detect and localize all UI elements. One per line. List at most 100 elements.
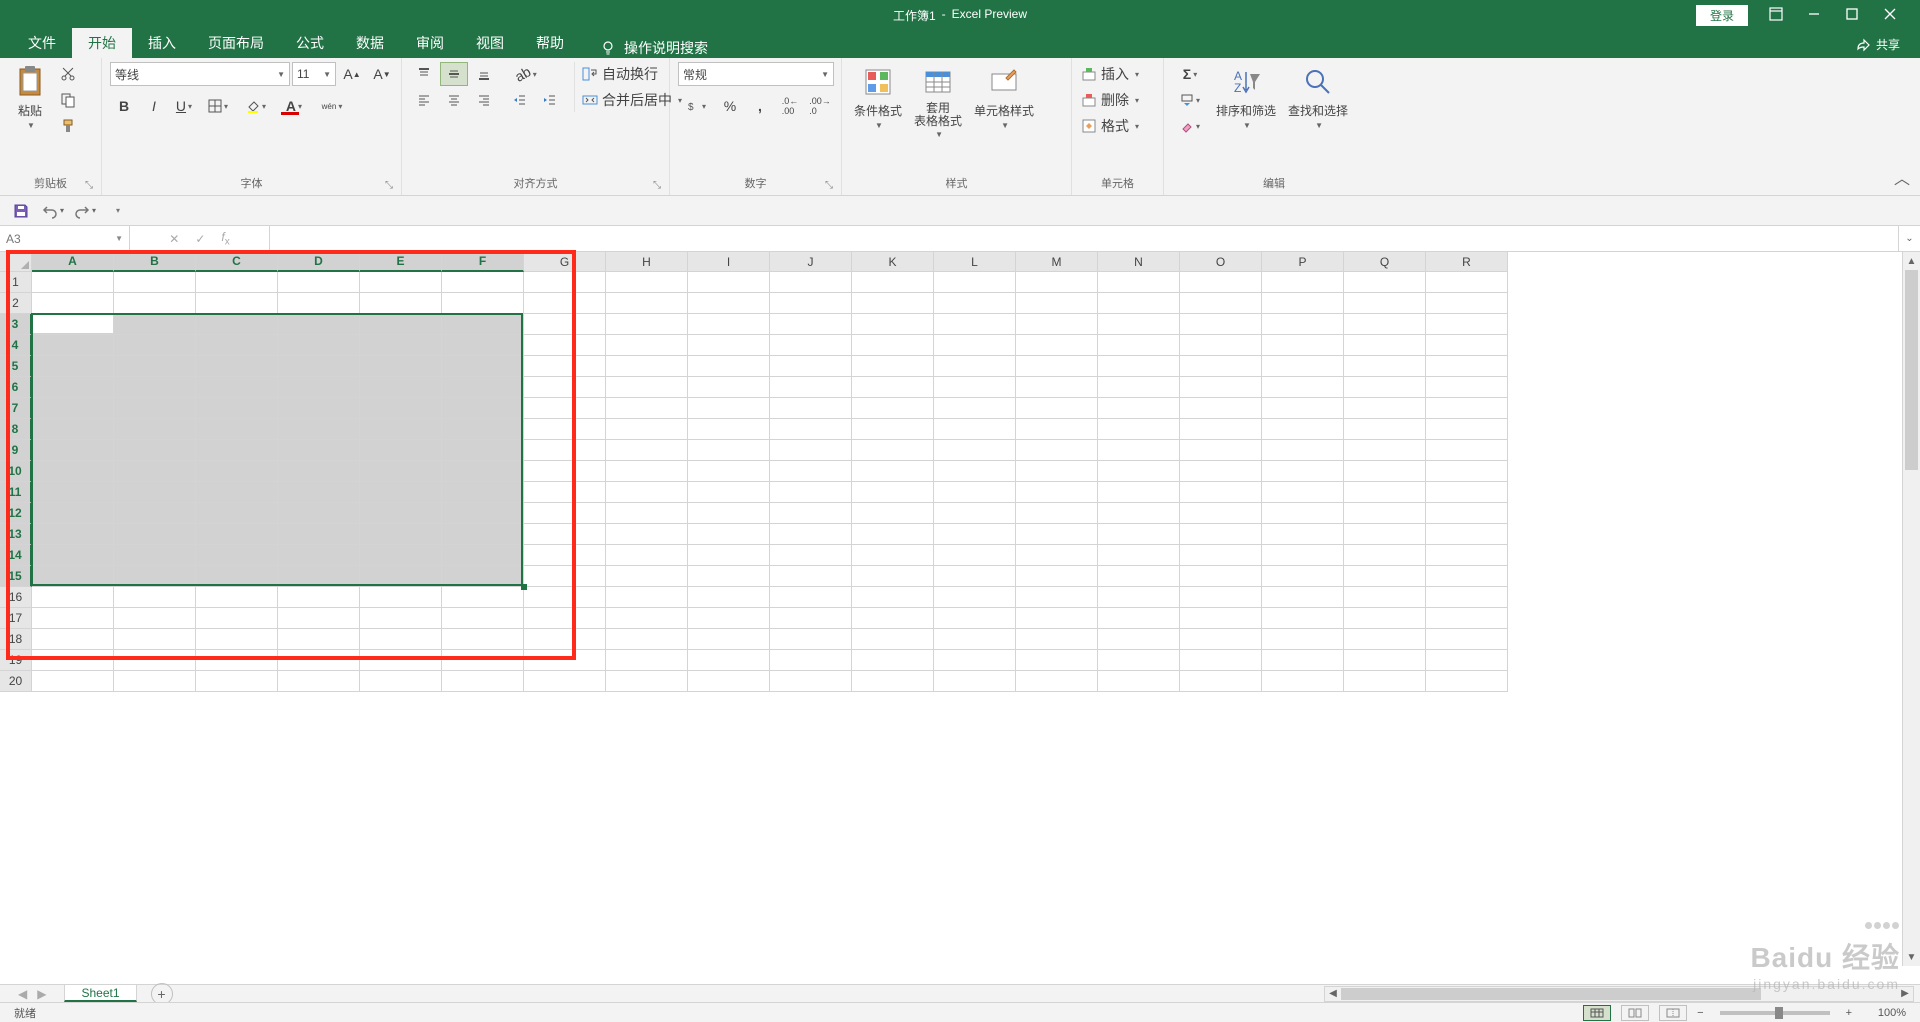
cell[interactable] bbox=[1180, 566, 1262, 587]
cell[interactable] bbox=[1016, 419, 1098, 440]
cell[interactable] bbox=[278, 650, 360, 671]
conditional-formatting-button[interactable]: 条件格式▼ bbox=[850, 62, 906, 132]
cell[interactable] bbox=[278, 524, 360, 545]
cell[interactable] bbox=[1426, 398, 1508, 419]
cell[interactable] bbox=[852, 545, 934, 566]
cell[interactable] bbox=[524, 314, 606, 335]
hscroll-thumb[interactable] bbox=[1341, 988, 1761, 1000]
cell[interactable] bbox=[1262, 461, 1344, 482]
cell[interactable] bbox=[606, 356, 688, 377]
cell[interactable] bbox=[1426, 545, 1508, 566]
cell[interactable] bbox=[360, 356, 442, 377]
cell[interactable] bbox=[934, 335, 1016, 356]
cell[interactable] bbox=[442, 293, 524, 314]
col-header-M[interactable]: M bbox=[1016, 252, 1098, 272]
cell[interactable] bbox=[1098, 482, 1180, 503]
font-color-button[interactable]: A▾ bbox=[276, 94, 312, 118]
redo-button[interactable]: ▾ bbox=[74, 200, 96, 222]
zoom-level[interactable]: 100% bbox=[1862, 1007, 1906, 1019]
cell[interactable] bbox=[688, 398, 770, 419]
row-header-12[interactable]: 12 bbox=[0, 503, 32, 524]
row-header-3[interactable]: 3 bbox=[0, 314, 32, 335]
vertical-scrollbar[interactable]: ▲ ▼ bbox=[1902, 252, 1920, 966]
row-header-4[interactable]: 4 bbox=[0, 335, 32, 356]
cell[interactable] bbox=[114, 524, 196, 545]
cell[interactable] bbox=[1016, 272, 1098, 293]
cell[interactable] bbox=[196, 377, 278, 398]
cell[interactable] bbox=[278, 545, 360, 566]
cell[interactable] bbox=[196, 587, 278, 608]
cell[interactable] bbox=[1098, 608, 1180, 629]
cell[interactable] bbox=[32, 461, 114, 482]
cell[interactable] bbox=[934, 314, 1016, 335]
cell[interactable] bbox=[196, 650, 278, 671]
row-header-9[interactable]: 9 bbox=[0, 440, 32, 461]
cut-button[interactable] bbox=[56, 62, 80, 86]
cell[interactable] bbox=[1180, 440, 1262, 461]
cell[interactable] bbox=[606, 566, 688, 587]
cell[interactable] bbox=[1426, 377, 1508, 398]
cell[interactable] bbox=[934, 545, 1016, 566]
col-header-D[interactable]: D bbox=[278, 252, 360, 272]
cell[interactable] bbox=[278, 629, 360, 650]
cell[interactable] bbox=[1262, 440, 1344, 461]
clear-button[interactable]: ▾ bbox=[1172, 114, 1208, 138]
format-painter-button[interactable] bbox=[56, 114, 80, 138]
cell[interactable] bbox=[1098, 629, 1180, 650]
cell[interactable] bbox=[606, 503, 688, 524]
cell[interactable] bbox=[606, 419, 688, 440]
cell[interactable] bbox=[1180, 650, 1262, 671]
cell[interactable] bbox=[606, 545, 688, 566]
cell[interactable] bbox=[1262, 398, 1344, 419]
cell[interactable] bbox=[606, 608, 688, 629]
cell[interactable] bbox=[442, 566, 524, 587]
copy-button[interactable] bbox=[56, 88, 80, 112]
cell[interactable] bbox=[1180, 314, 1262, 335]
cell[interactable] bbox=[196, 440, 278, 461]
cell[interactable] bbox=[32, 314, 114, 335]
cell[interactable] bbox=[196, 419, 278, 440]
col-header-I[interactable]: I bbox=[688, 252, 770, 272]
cell[interactable] bbox=[852, 335, 934, 356]
cell[interactable] bbox=[1262, 545, 1344, 566]
cell[interactable] bbox=[32, 335, 114, 356]
cell[interactable] bbox=[934, 440, 1016, 461]
cell[interactable] bbox=[360, 377, 442, 398]
cell[interactable] bbox=[360, 566, 442, 587]
row-header-17[interactable]: 17 bbox=[0, 608, 32, 629]
scroll-up-button[interactable]: ▲ bbox=[1903, 252, 1920, 270]
cell[interactable] bbox=[1016, 398, 1098, 419]
cell[interactable] bbox=[524, 377, 606, 398]
cell[interactable] bbox=[606, 335, 688, 356]
horizontal-scrollbar[interactable]: ◀ ▶ bbox=[1324, 986, 1914, 1002]
cell[interactable] bbox=[606, 293, 688, 314]
cell[interactable] bbox=[1262, 356, 1344, 377]
cell[interactable] bbox=[1262, 272, 1344, 293]
cell[interactable] bbox=[32, 293, 114, 314]
cell[interactable] bbox=[1016, 314, 1098, 335]
cell[interactable] bbox=[278, 608, 360, 629]
bold-button[interactable]: B bbox=[110, 94, 138, 118]
formula-input[interactable] bbox=[270, 226, 1898, 251]
cell[interactable] bbox=[524, 482, 606, 503]
cell[interactable] bbox=[32, 671, 114, 692]
cell[interactable] bbox=[1344, 356, 1426, 377]
cell[interactable] bbox=[934, 650, 1016, 671]
cell[interactable] bbox=[278, 335, 360, 356]
cell[interactable] bbox=[606, 587, 688, 608]
cell[interactable] bbox=[442, 650, 524, 671]
cell[interactable] bbox=[1262, 482, 1344, 503]
cell[interactable] bbox=[1262, 629, 1344, 650]
cell[interactable] bbox=[1098, 545, 1180, 566]
cell[interactable] bbox=[852, 524, 934, 545]
col-header-C[interactable]: C bbox=[196, 252, 278, 272]
cell[interactable] bbox=[114, 293, 196, 314]
cell[interactable] bbox=[1262, 671, 1344, 692]
cell[interactable] bbox=[278, 314, 360, 335]
row-header-5[interactable]: 5 bbox=[0, 356, 32, 377]
cell[interactable] bbox=[688, 566, 770, 587]
cell[interactable] bbox=[1180, 545, 1262, 566]
cell[interactable] bbox=[32, 608, 114, 629]
font-launcher[interactable]: ⤡ bbox=[385, 180, 393, 191]
undo-button[interactable]: ▾ bbox=[42, 200, 64, 222]
